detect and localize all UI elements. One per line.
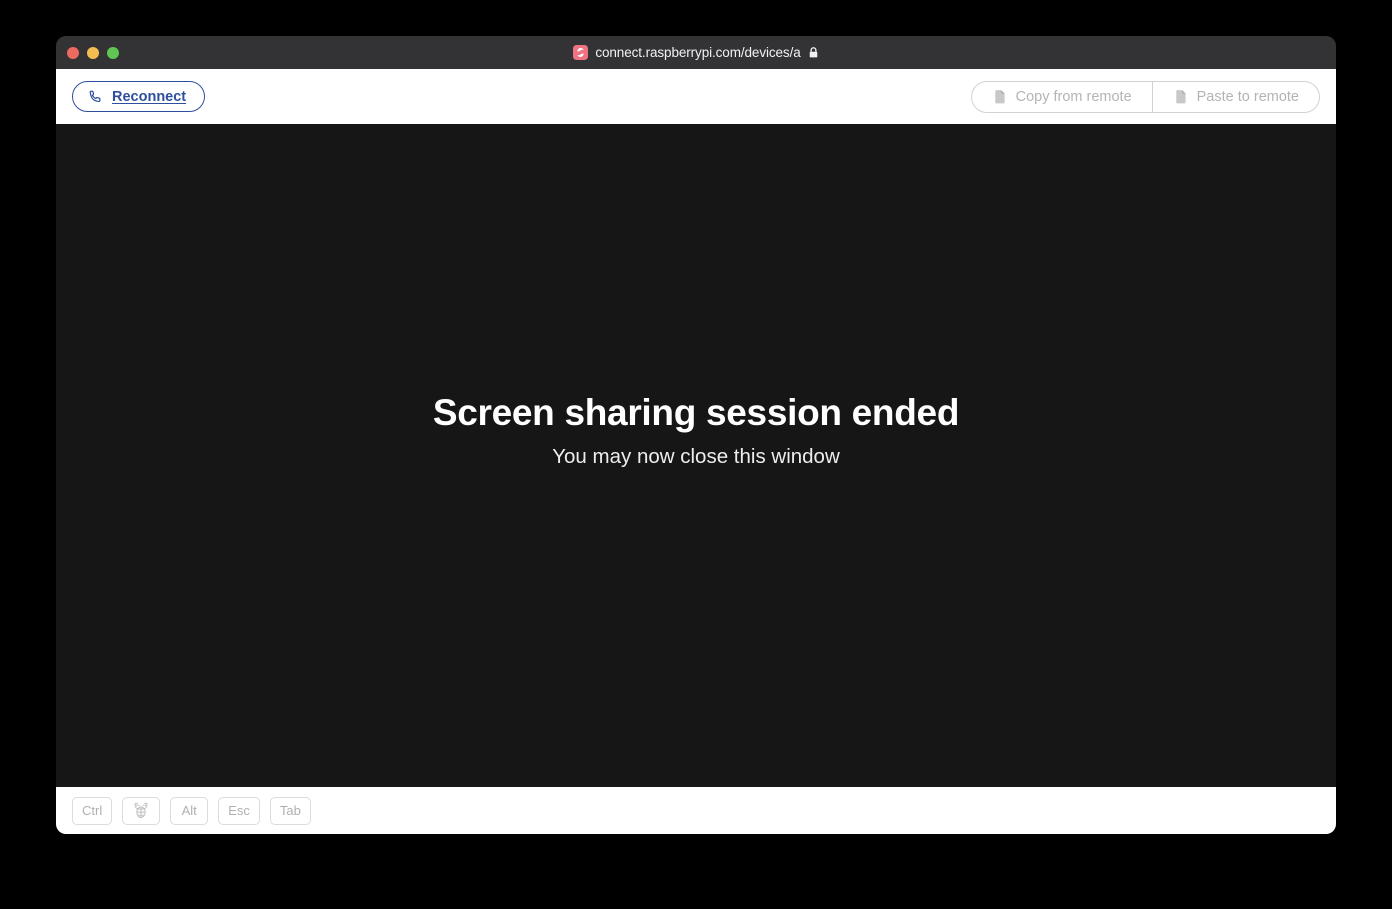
key-esc[interactable]: Esc [218, 796, 260, 825]
key-ctrl-label: Ctrl [82, 803, 103, 818]
paste-to-remote-button[interactable]: Paste to remote [1151, 81, 1319, 112]
key-tab[interactable]: Tab [269, 796, 311, 825]
title-bar-center: connect.raspberrypi.com/devices/a [56, 36, 1336, 69]
paste-to-remote-label: Paste to remote [1196, 88, 1299, 105]
copy-from-remote-label: Copy from remote [1015, 88, 1132, 105]
key-alt-label: Alt [181, 803, 197, 818]
maximize-window-button[interactable] [107, 46, 119, 59]
close-window-button[interactable] [67, 46, 79, 59]
key-tab-label: Tab [279, 803, 301, 818]
clipboard-button-group: Copy from remote Paste to remote [970, 80, 1320, 113]
lock-icon [808, 46, 819, 59]
reconnect-button[interactable]: Reconnect [72, 81, 206, 112]
window-title-bar: connect.raspberrypi.com/devices/a [56, 36, 1336, 69]
paste-icon [1173, 89, 1188, 105]
key-alt[interactable]: Alt [170, 796, 209, 825]
session-ended-message: Screen sharing session ended You may now… [56, 392, 1336, 469]
remote-screen-area[interactable]: Screen sharing session ended You may now… [56, 124, 1336, 787]
key-ctrl[interactable]: Ctrl [72, 796, 113, 825]
phone-icon [88, 89, 103, 104]
copy-icon [992, 89, 1007, 105]
raspberry-pi-icon [132, 801, 150, 820]
virtual-key-bar: Ctrl Alt Esc Tab [56, 787, 1336, 834]
session-ended-subtext: You may now close this window [552, 444, 840, 468]
raspberry-pi-connect-favicon [573, 45, 589, 60]
traffic-light-controls [67, 36, 119, 69]
remote-session-toolbar: Reconnect Copy from remote Paste to remo… [56, 69, 1336, 124]
copy-from-remote-button[interactable]: Copy from remote [972, 82, 1152, 112]
browser-window: connect.raspberrypi.com/devices/a Reconn… [56, 36, 1336, 834]
page-url-label: connect.raspberrypi.com/devices/a [595, 45, 801, 60]
session-ended-heading: Screen sharing session ended [432, 392, 960, 433]
key-esc-label: Esc [228, 803, 250, 818]
reconnect-button-label: Reconnect [112, 88, 187, 105]
key-raspberry-pi[interactable] [122, 796, 161, 825]
minimize-window-button[interactable] [87, 46, 99, 59]
